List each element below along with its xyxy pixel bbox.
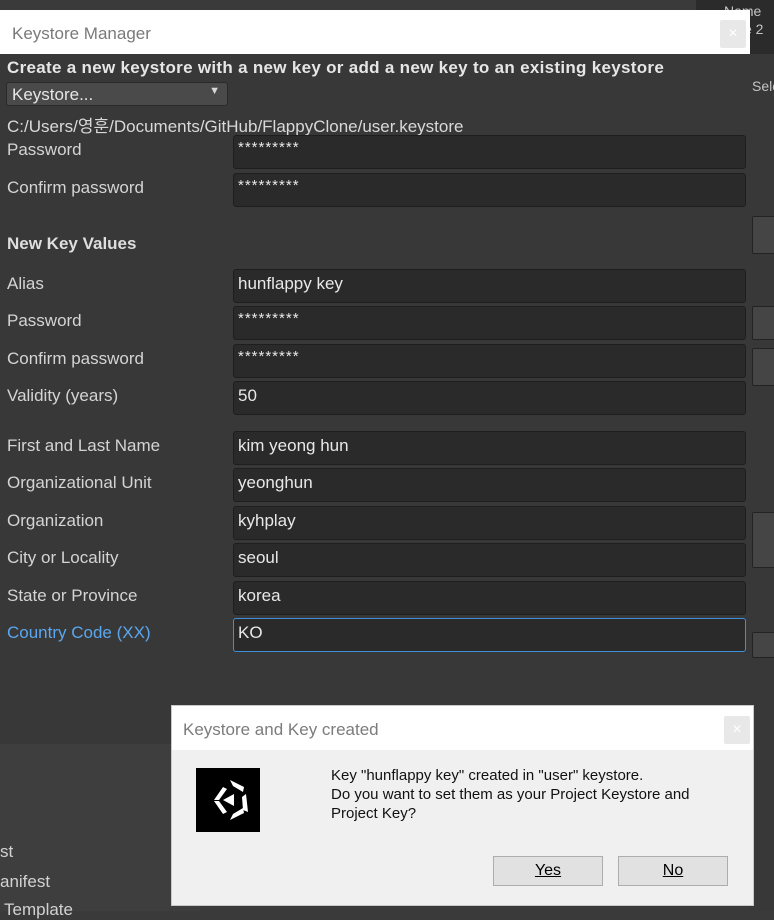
keystore-path: C:/Users/영훈/Documents/GitHub/FlappyClone… [7, 117, 464, 136]
window-titlebar: Keystore Manager × [0, 10, 750, 54]
keystore-password-label: Password [7, 140, 82, 159]
keystore-created-dialog: Keystore and Key created × Key "hunflapp… [171, 705, 754, 906]
dialog-message: Key "hunflappy key" created in "user" ke… [331, 766, 741, 823]
dialog-title: Keystore and Key created [183, 720, 379, 739]
background-list-item[interactable]: anifest [0, 872, 50, 892]
country-code-input[interactable]: KO [233, 618, 746, 652]
unity-logo-icon [196, 768, 260, 832]
new-key-section-title: New Key Values [7, 234, 137, 253]
state-row: State or Province korea [0, 581, 750, 615]
alias-row: Alias hunflappy key [0, 269, 750, 303]
window-title: Keystore Manager [12, 24, 151, 43]
window-close-button[interactable]: × [720, 20, 746, 48]
keystore-password-row: Password ********* [0, 135, 750, 169]
dialog-message-line: Project Key? [331, 805, 417, 822]
full-name-label: First and Last Name [7, 436, 161, 455]
city-row: City or Locality seoul [0, 543, 750, 577]
org-unit-label: Organizational Unit [7, 473, 152, 492]
validity-label: Validity (years) [7, 386, 119, 405]
city-input[interactable]: seoul [233, 543, 746, 577]
background-box [752, 632, 774, 658]
keystore-dropdown-label: Keystore... [12, 85, 94, 104]
yes-button[interactable]: Yes [493, 856, 603, 886]
organization-row: Organization kyhplay [0, 506, 750, 540]
key-confirm-password-label: Confirm password [7, 349, 144, 368]
dialog-close-button[interactable]: × [724, 716, 750, 744]
country-code-row: Country Code (XX) KO [0, 618, 750, 652]
state-input[interactable]: korea [233, 581, 746, 615]
dialog-message-line: Key "hunflappy key" created in "user" ke… [331, 767, 644, 784]
dialog-message-line: Do you want to set them as your Project … [331, 786, 690, 803]
background-select-label: Sele [752, 78, 774, 94]
org-unit-row: Organizational Unit yeonghun [0, 468, 750, 502]
keystore-dropdown[interactable]: Keystore... ▼ [6, 82, 228, 106]
page-heading: Create a new keystore with a new key or … [7, 58, 665, 77]
close-icon: × [728, 25, 738, 42]
key-confirm-password-row: Confirm password ********* [0, 344, 750, 378]
organization-label: Organization [7, 511, 104, 530]
background-box [752, 512, 774, 568]
key-password-label: Password [7, 311, 82, 330]
background-box [752, 216, 774, 254]
alias-input[interactable]: hunflappy key [233, 269, 746, 303]
alias-label: Alias [7, 274, 44, 293]
keystore-confirm-password-input[interactable]: ********* [233, 173, 746, 207]
key-confirm-password-input[interactable]: ********* [233, 344, 746, 378]
no-button[interactable]: No [618, 856, 728, 886]
keystore-password-input[interactable]: ********* [233, 135, 746, 169]
full-name-row: First and Last Name kim yeong hun [0, 431, 750, 465]
keystore-confirm-password-row: Confirm password ********* [0, 173, 750, 207]
keystore-confirm-password-label: Confirm password [7, 178, 144, 197]
close-icon: × [732, 721, 742, 738]
state-label: State or Province [7, 586, 138, 605]
chevron-down-icon: ▼ [209, 85, 220, 97]
dialog-titlebar: Keystore and Key created × [172, 706, 753, 750]
validity-row: Validity (years) 50 [0, 381, 750, 415]
key-password-row: Password ********* [0, 306, 750, 340]
city-label: City or Locality [7, 548, 119, 567]
org-unit-input[interactable]: yeonghun [233, 468, 746, 502]
key-password-input[interactable]: ********* [233, 306, 746, 340]
full-name-input[interactable]: kim yeong hun [233, 431, 746, 465]
organization-input[interactable]: kyhplay [233, 506, 746, 540]
background-box [752, 306, 774, 340]
background-list-item[interactable]: Template [4, 900, 73, 920]
background-box [752, 348, 774, 386]
country-code-label: Country Code (XX) [7, 623, 151, 642]
keystore-manager-window: Keystore Manager × Create a new keystore… [0, 10, 750, 744]
validity-input[interactable]: 50 [233, 381, 746, 415]
background-list-item[interactable]: st [0, 842, 13, 862]
